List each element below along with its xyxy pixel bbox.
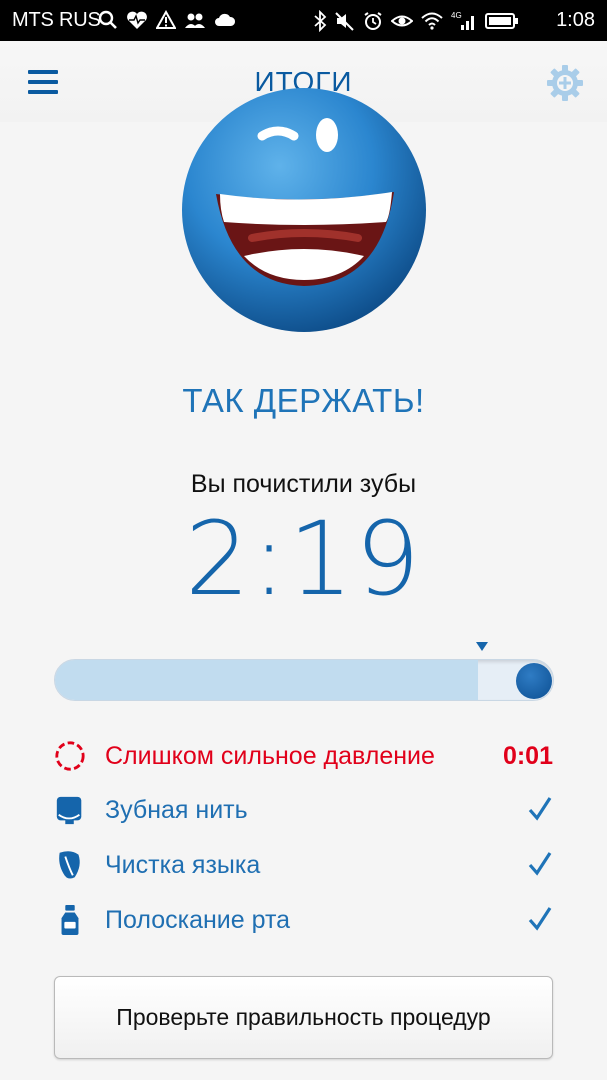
- list-item-label: Слишком сильное давление: [105, 742, 435, 770]
- checkmark-icon: [528, 852, 552, 876]
- brushing-label: Вы почистили зубы: [190, 470, 417, 498]
- search-icon: [98, 10, 117, 29]
- list-item-pressure[interactable]: Слишком сильное давление 0:01: [0, 731, 607, 781]
- pressure-duration: 0:01: [502, 742, 553, 770]
- winking-smiley-image: [182, 88, 426, 332]
- list-item-label: Зубная нить: [105, 796, 248, 824]
- list-item-mouthwash[interactable]: Полоскание рта: [0, 895, 607, 945]
- alarm-icon: [364, 12, 382, 30]
- cloud-icon: [215, 13, 236, 26]
- floss-icon: [56, 796, 82, 825]
- carrier-label: MTS RUS: [12, 9, 101, 31]
- list-item-tongue[interactable]: Чистка языка: [0, 840, 607, 890]
- notification-icons: [98, 10, 236, 30]
- list-item-label: Чистка языка: [105, 851, 261, 879]
- eye-icon: [391, 15, 413, 27]
- network-badge: 4G: [451, 11, 462, 20]
- checkmark-icon: [528, 907, 552, 931]
- status-bar: MTS RUS 4G 1:08: [0, 0, 607, 41]
- mute-icon: [335, 12, 354, 31]
- tongue-icon: [59, 851, 80, 879]
- warning-icon: [156, 10, 176, 29]
- list-item-label: Полоскание рта: [105, 906, 291, 934]
- check-procedures-button[interactable]: Проверьте правильность процедур: [54, 976, 553, 1059]
- progress-fill: [55, 660, 479, 700]
- signal-icon: 4G: [451, 11, 474, 30]
- status-time: 1:08: [556, 9, 595, 31]
- battery-icon: [485, 13, 518, 29]
- mouthwash-bottle-icon: [61, 904, 79, 936]
- pressure-ring-icon: [55, 741, 85, 771]
- gear-add-icon[interactable]: [545, 63, 585, 103]
- heart-rate-icon: [127, 11, 147, 29]
- target-marker-icon: [476, 642, 488, 651]
- system-icons: 4G: [313, 10, 519, 32]
- wifi-icon: [421, 12, 443, 30]
- progress-knob[interactable]: [516, 663, 552, 699]
- result-headline: ТАК ДЕРЖАТЬ!: [182, 382, 425, 419]
- list-item-floss[interactable]: Зубная нить: [0, 785, 607, 835]
- people-icon: [185, 13, 205, 28]
- checkmark-icon: [528, 797, 552, 821]
- brushing-time: 2:19: [184, 500, 423, 619]
- brushing-progress-bar: [54, 659, 554, 701]
- bluetooth-icon: [314, 10, 327, 32]
